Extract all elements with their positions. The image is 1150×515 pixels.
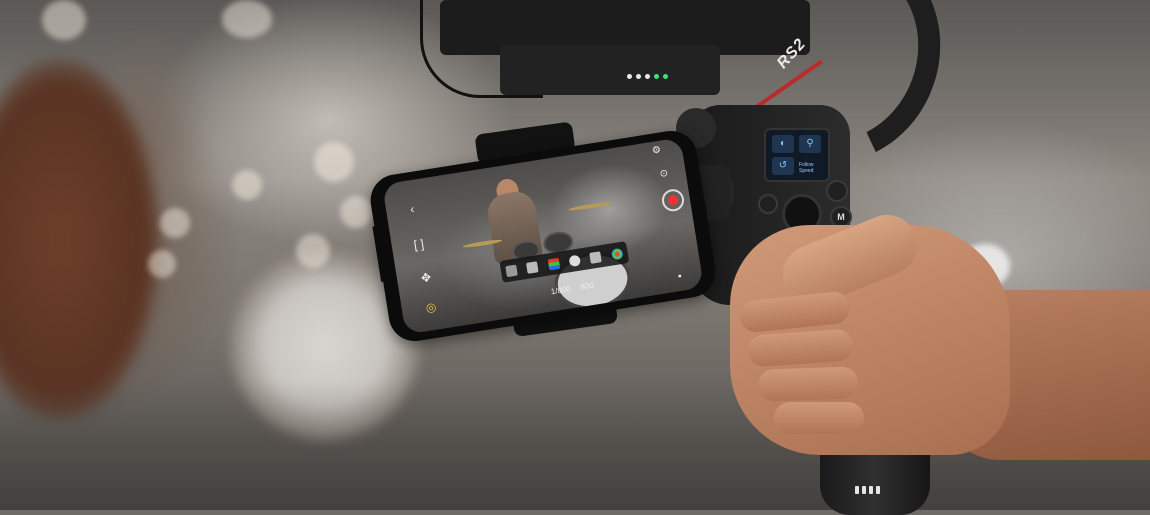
bokeh-light xyxy=(296,234,330,268)
move-icon[interactable]: ✥ xyxy=(420,270,432,285)
record-button[interactable] xyxy=(826,180,848,202)
battery-led xyxy=(862,486,866,494)
bokeh-light xyxy=(42,0,86,40)
color-bars-icon[interactable] xyxy=(547,257,561,270)
bokeh-light xyxy=(222,0,272,38)
back-icon[interactable]: ‹ xyxy=(409,202,415,216)
cymbal xyxy=(567,200,612,212)
bokeh-light xyxy=(314,142,354,182)
target-icon[interactable]: ◎ xyxy=(425,300,438,315)
person-icon[interactable] xyxy=(568,254,582,267)
status-led xyxy=(645,74,650,79)
grid-icon[interactable] xyxy=(526,260,539,274)
transmitter-module xyxy=(500,45,720,95)
battery-led xyxy=(869,486,873,494)
playback-icon[interactable]: ▪ xyxy=(677,271,682,282)
image-icon[interactable] xyxy=(505,264,518,277)
status-led xyxy=(663,74,668,79)
follow-speed-label: Follow Speed xyxy=(799,162,814,174)
person-icon[interactable]: ⚲ xyxy=(799,135,821,153)
bokeh-light xyxy=(340,196,372,228)
shutter-button[interactable] xyxy=(660,187,686,213)
status-led xyxy=(636,74,641,79)
front-dial[interactable] xyxy=(758,194,778,214)
status-led xyxy=(627,74,632,79)
battery-leds xyxy=(855,486,880,494)
battery-led xyxy=(855,486,859,494)
camera-switch-icon[interactable]: ⊙ xyxy=(659,168,669,180)
palette-icon[interactable] xyxy=(610,247,624,260)
bokeh-light xyxy=(232,170,262,200)
status-leds xyxy=(627,74,668,79)
record-dot xyxy=(667,194,679,206)
status-led xyxy=(654,74,659,79)
bokeh-light xyxy=(160,208,190,238)
check-icon[interactable] xyxy=(589,250,603,264)
finger xyxy=(757,366,859,402)
finger xyxy=(774,402,864,434)
frame-icon[interactable]: [ ] xyxy=(413,237,425,252)
recenter-icon[interactable]: ↺ xyxy=(772,157,794,175)
settings-icon[interactable]: ⚙ xyxy=(651,145,662,157)
battery-led xyxy=(876,486,880,494)
mode-icon[interactable]: ◐ xyxy=(772,135,794,153)
bokeh-light xyxy=(148,250,176,278)
gimbal-touchscreen[interactable]: ◐ ⚲ ↺ Follow Speed xyxy=(764,128,830,182)
